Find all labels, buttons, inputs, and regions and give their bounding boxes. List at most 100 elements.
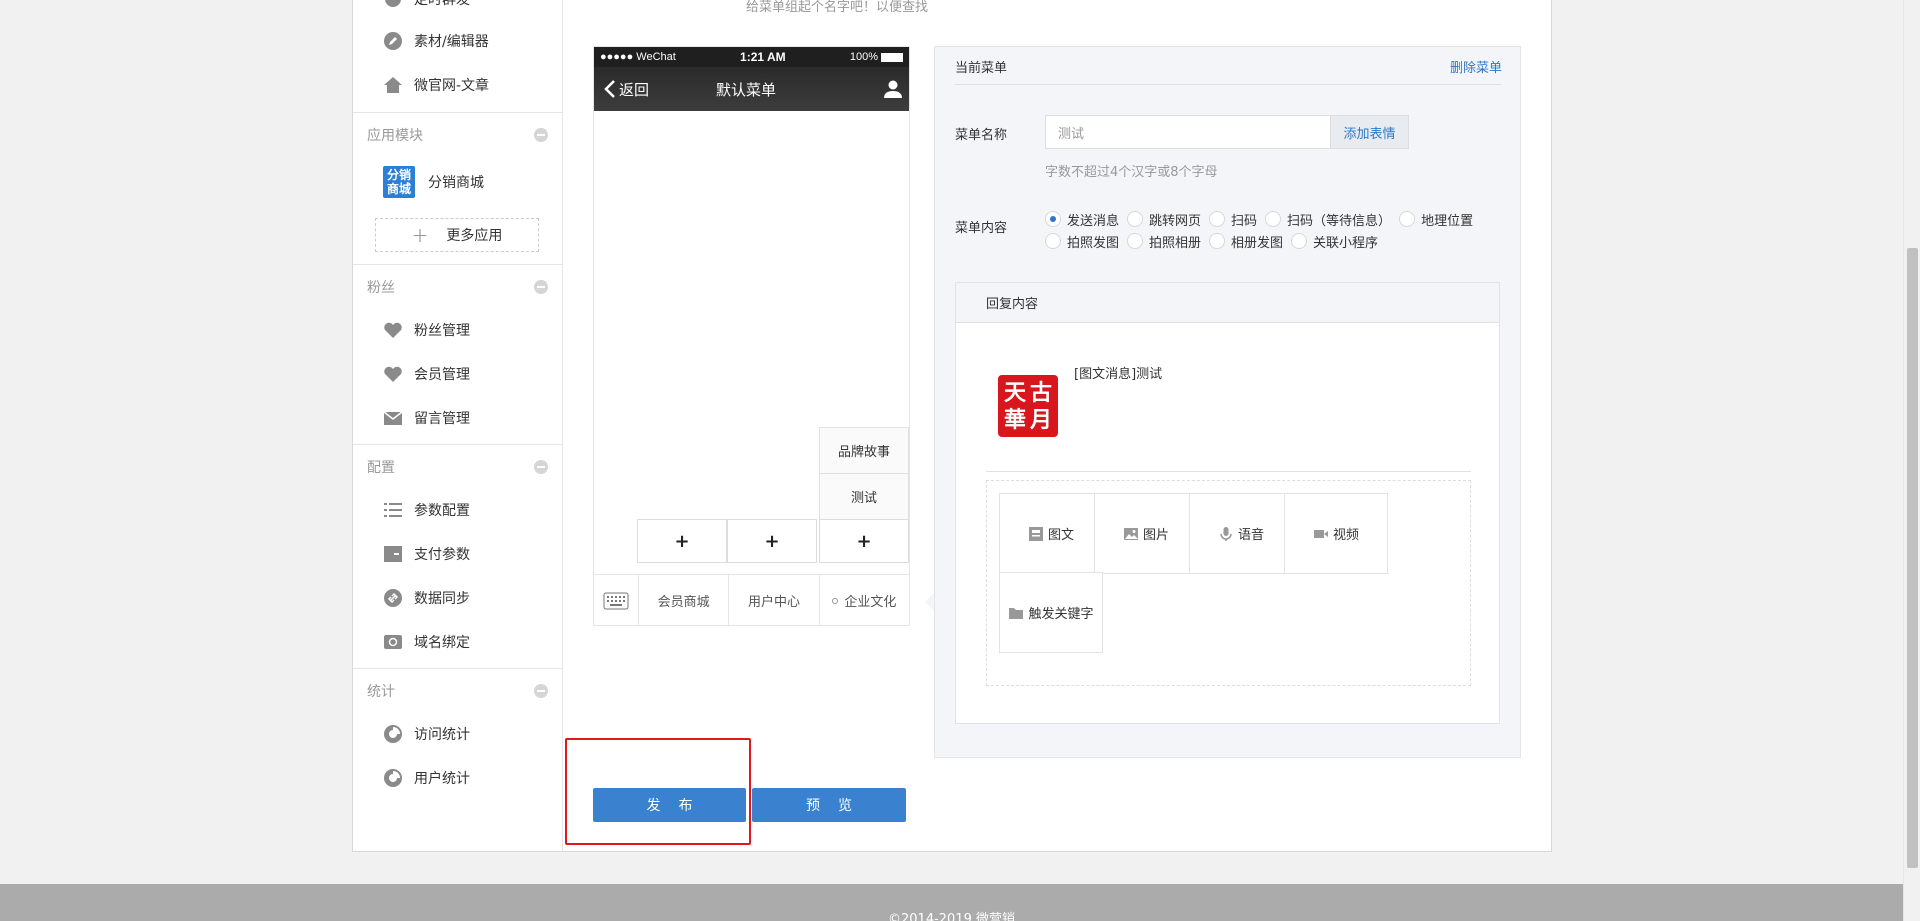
sidebar-item-messages[interactable]: 留言管理 (383, 403, 470, 433)
submenu-item-brand-story[interactable]: 品牌故事 (819, 427, 909, 474)
section-header-stats[interactable]: 统计 (353, 668, 563, 712)
sidebar-item-label: 访问统计 (414, 727, 470, 743)
sidebar-item-label: 用户统计 (414, 771, 470, 787)
radio-icon (1045, 233, 1061, 249)
sidebar-item-user-stats[interactable]: 用户统计 (383, 763, 470, 793)
menu-name-input[interactable]: 测试 (1045, 115, 1331, 149)
sidebar-item-label: 留言管理 (414, 411, 470, 427)
option-jump-page[interactable]: 跳转网页 (1127, 210, 1201, 229)
sidebar-item-domain[interactable]: 域名绑定 (383, 627, 470, 657)
menu-item-member-mall[interactable]: 会员商城 (639, 575, 730, 626)
menu-name-hint: 给菜单组起个名字吧！以便查找 (746, 0, 929, 15)
menu-name-tip: 字数不超过4个汉字或8个字母 (1045, 165, 1218, 180)
collapse-icon[interactable] (534, 683, 548, 698)
option-scan[interactable]: 扫码 (1209, 210, 1258, 229)
add-submenu-button-1[interactable]: + (637, 519, 727, 563)
option-label: 扫码 (1231, 213, 1258, 229)
sidebar-item-sync[interactable]: 数据同步 (383, 583, 470, 613)
phone-menu-bar: 会员商城 用户中心 企业文化 (594, 574, 909, 626)
add-submenu-button-3[interactable]: + (819, 519, 909, 563)
option-album-send[interactable]: 相册发图 (1209, 232, 1283, 251)
radio-icon (1209, 211, 1226, 227)
media-label: 图片 (1142, 528, 1169, 543)
user-icon[interactable] (883, 79, 903, 99)
section-title: 粉丝 (367, 279, 395, 296)
plus-icon: + (674, 530, 690, 552)
option-photo-album[interactable]: 拍照相册 (1127, 232, 1202, 251)
section-header-apps[interactable]: 应用模块 (353, 112, 563, 156)
menu-item-label: 会员商城 (657, 595, 710, 610)
media-image-button[interactable]: 图片 (1094, 493, 1198, 574)
preview-button[interactable]: 预览 (752, 788, 906, 822)
option-send-message[interactable]: 发送消息 (1045, 210, 1119, 229)
radio-icon (1265, 211, 1282, 227)
collapse-icon[interactable] (534, 279, 548, 294)
section-title: 统计 (367, 683, 395, 700)
current-menu-label: 当前菜单 (955, 61, 1008, 76)
folder-icon (1008, 605, 1024, 621)
sidebar-item-distribution-mall[interactable]: 分销 商城 分销商城 (383, 165, 484, 199)
radio-icon (1127, 233, 1144, 249)
plus-icon: + (411, 223, 429, 247)
reply-content-header: 回复内容 (956, 283, 1499, 323)
scrollbar-thumb[interactable] (1907, 248, 1918, 868)
media-type-picker: 图文 图片 语音 视频 触发关键字 (986, 480, 1471, 686)
sidebar-item-label: 会员管理 (414, 367, 470, 383)
media-voice-button[interactable]: 语音 (1189, 493, 1293, 574)
media-news-button[interactable]: 图文 (999, 493, 1103, 574)
link-icon (383, 588, 403, 608)
add-submenu-button-2[interactable]: + (727, 519, 817, 563)
back-button[interactable]: 返回 (604, 79, 649, 100)
back-label: 返回 (619, 80, 650, 99)
sidebar-item-materials[interactable]: 素材/编辑器 (383, 26, 489, 56)
chevron-left-icon (604, 80, 615, 98)
menu-item-user-center[interactable]: 用户中心 (729, 575, 820, 626)
page-scrollbar[interactable] (1903, 0, 1920, 921)
carrier-label: ●●●●● WeChat (600, 51, 676, 63)
pencil-icon (383, 31, 403, 51)
sidebar-item-label: 素材/编辑器 (414, 34, 489, 50)
section-header-fans[interactable]: 粉丝 (353, 264, 563, 308)
battery-label: 100% (849, 51, 878, 63)
battery-icon (880, 52, 903, 62)
collapse-icon[interactable] (534, 127, 548, 142)
option-label: 关联小程序 (1313, 235, 1379, 251)
sidebar-item-params[interactable]: 参数配置 (383, 495, 470, 525)
sidebar-item-microsite[interactable]: 微官网-文章 (383, 70, 489, 100)
preview-label: 预览 (806, 798, 870, 814)
media-keyword-button[interactable]: 触发关键字 (999, 572, 1103, 653)
option-location[interactable]: 地理位置 (1399, 210, 1473, 229)
time-label: 1:21 AM (740, 50, 786, 64)
option-photo-send[interactable]: 拍照发图 (1045, 232, 1119, 251)
media-label: 视频 (1332, 528, 1359, 543)
sidebar-item-members[interactable]: 会员管理 (383, 359, 470, 389)
option-scan-wait[interactable]: 扫码（等待信息） (1265, 210, 1391, 229)
plus-icon: + (764, 530, 780, 552)
sidebar-item-payment[interactable]: 支付参数 (383, 539, 470, 569)
menu-content-options: 发送消息 跳转网页 扫码 扫码（等待信息） 地理位置 拍照发图 拍照相册 相册发… (1045, 210, 1515, 251)
reply-article-title: [图文消息]测试 (1074, 367, 1163, 382)
sidebar-item-fans[interactable]: 粉丝管理 (383, 315, 470, 345)
more-apps-button[interactable]: + 更多应用 (375, 218, 539, 252)
media-label: 触发关键字 (1028, 607, 1094, 622)
section-header-config[interactable]: 配置 (353, 444, 563, 488)
phone-nav-bar: 返回 默认菜单 (594, 67, 909, 111)
plus-icon: + (856, 530, 872, 552)
submenu-item-test[interactable]: 测试 (819, 473, 909, 520)
keyboard-icon[interactable] (594, 575, 639, 626)
collapse-icon[interactable] (534, 459, 548, 474)
radio-icon (1291, 233, 1308, 249)
section-title: 应用模块 (367, 127, 423, 144)
sidebar-item-scheduled[interactable]: 定时群发 (383, 0, 470, 14)
delete-menu-link[interactable]: 删除菜单 (1450, 57, 1502, 84)
option-label: 拍照相册 (1149, 235, 1202, 251)
option-mini-program[interactable]: 关联小程序 (1291, 232, 1379, 251)
radio-checked-icon (1045, 211, 1061, 227)
menu-item-corporate-culture[interactable]: 企业文化 (820, 575, 909, 626)
sidebar-item-label: 域名绑定 (414, 635, 470, 651)
media-video-button[interactable]: 视频 (1284, 493, 1388, 574)
heart-icon (383, 364, 403, 384)
article-thumbnail[interactable]: 天 古 華 月 (998, 375, 1058, 437)
sidebar-item-visit-stats[interactable]: 访问统计 (383, 719, 470, 749)
add-emoji-button[interactable]: 添加表情 (1331, 115, 1409, 149)
